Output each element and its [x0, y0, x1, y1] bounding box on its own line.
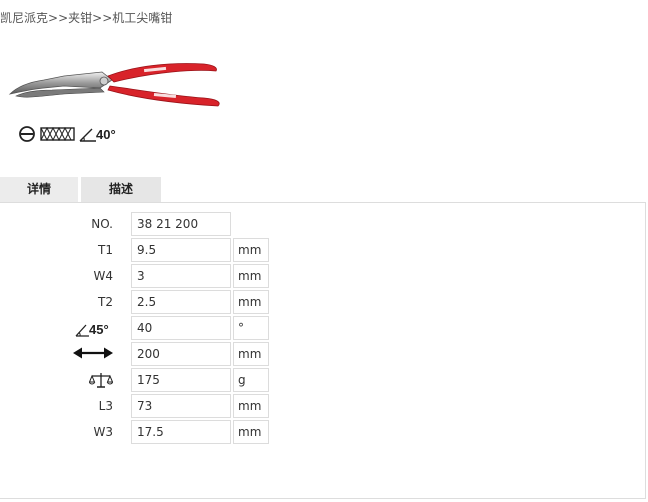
spec-unit: mm — [233, 342, 269, 366]
spec-label-angle: 45° — [60, 316, 113, 342]
spec-value: 17.5 — [131, 420, 231, 444]
spec-row-w4: W4 3 mm — [0, 264, 300, 290]
angle-label: 45° — [89, 322, 109, 337]
feature-icons: 40° — [18, 123, 118, 145]
spec-label: T2 — [98, 295, 113, 309]
spec-unit: mm — [233, 290, 269, 314]
spec-row-weight: 175 g — [0, 368, 300, 394]
spec-unit: mm — [233, 238, 269, 262]
tab-description[interactable]: 描述 — [81, 177, 161, 202]
spec-value: 200 — [131, 342, 231, 366]
spec-unit: mm — [233, 394, 269, 418]
spec-value: 3 — [131, 264, 231, 288]
spec-unit: g — [233, 368, 269, 392]
spec-value: 73 — [131, 394, 231, 418]
slotted-screw-icon — [19, 126, 35, 142]
spec-value: 175 — [131, 368, 231, 392]
feature-angle-label: 40° — [96, 127, 116, 142]
spec-label: W4 — [93, 269, 114, 283]
serrated-jaw-icon — [40, 126, 75, 142]
spec-value: 2.5 — [131, 290, 231, 314]
spec-row-length: 200 mm — [0, 342, 300, 368]
spec-value: 40 — [131, 316, 231, 340]
spec-label: NO. — [91, 217, 113, 231]
spec-label: W3 — [93, 425, 114, 439]
spec-row-w3: W3 17.5 mm — [0, 420, 300, 446]
spec-label: T1 — [98, 243, 113, 257]
length-arrow-icon — [73, 347, 113, 359]
spec-label-length — [60, 342, 113, 368]
spec-unit: mm — [233, 420, 269, 444]
weight-scale-icon — [89, 373, 113, 388]
product-image — [4, 56, 224, 116]
spec-value: 38 21 200 — [131, 212, 231, 236]
spec-unit: ° — [233, 316, 269, 340]
spec-row-t1: T1 9.5 mm — [0, 238, 300, 264]
spec-row-t2: T2 2.5 mm — [0, 290, 300, 316]
spec-row-l3: L3 73 mm — [0, 394, 300, 420]
angle-icon — [75, 324, 89, 337]
breadcrumb-item-brand[interactable]: 凯尼派克 — [0, 11, 48, 25]
tab-details[interactable]: 详情 — [0, 177, 78, 202]
angle-icon — [79, 128, 96, 142]
spec-value: 9.5 — [131, 238, 231, 262]
spec-unit: mm — [233, 264, 269, 288]
spec-label: L3 — [98, 399, 113, 413]
breadcrumb-item-category[interactable]: 夹钳 — [68, 11, 92, 25]
breadcrumb-separator: >> — [92, 11, 113, 25]
spec-row-number: NO. 38 21 200 — [0, 212, 300, 238]
breadcrumb-item-current[interactable]: 机工尖嘴钳 — [112, 11, 172, 25]
bent-nose-pliers-icon — [8, 63, 220, 107]
breadcrumb: 凯尼派克>>夹钳>>机工尖嘴钳 — [0, 9, 172, 26]
breadcrumb-separator: >> — [48, 11, 69, 25]
spec-row-angle: 45° 40 ° — [0, 316, 300, 342]
spec-label-weight — [60, 368, 113, 394]
